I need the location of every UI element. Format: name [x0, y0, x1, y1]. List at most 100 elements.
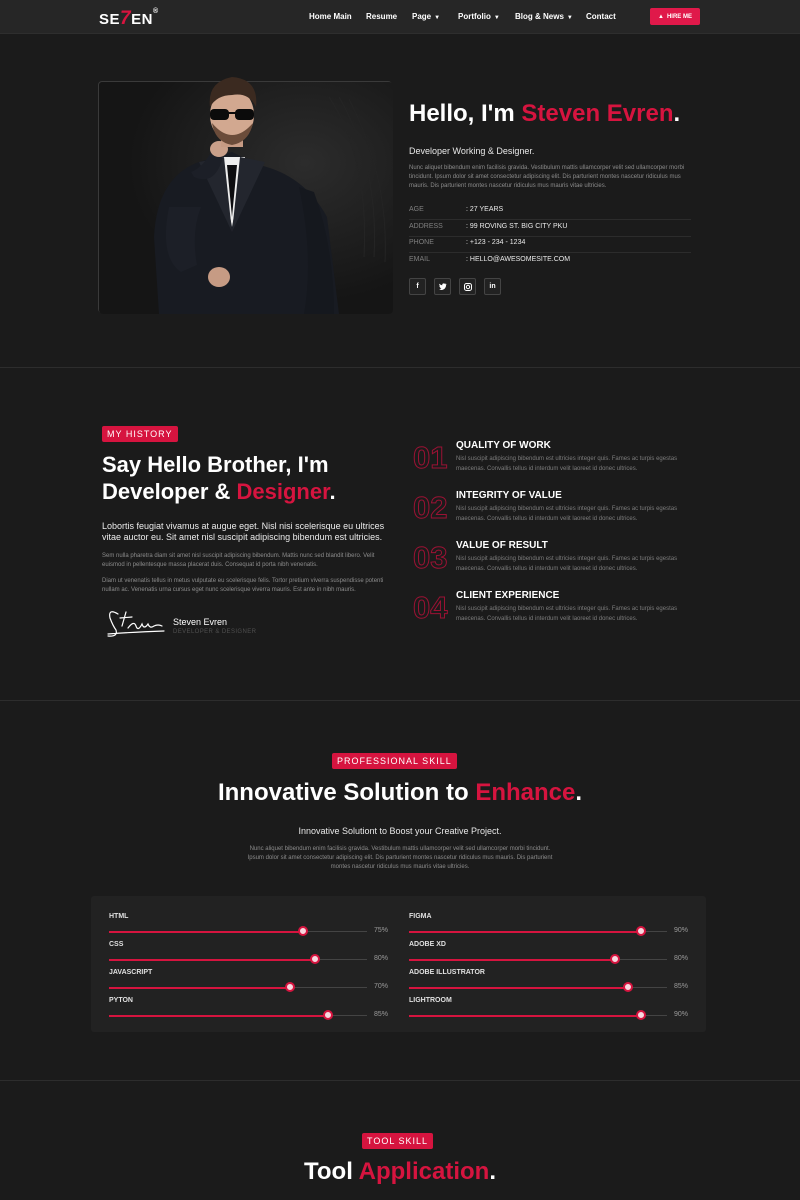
skill-slider-fill [109, 1014, 329, 1017]
section-divider [0, 367, 800, 368]
skill-slider[interactable] [409, 926, 667, 936]
skills-panel: HTML 75% CSS 80% JAVASCRIPT 70% PYTON 85% FIGMA… [91, 896, 706, 1032]
info-label: AGE [409, 206, 424, 213]
skill-slider-fill [109, 986, 290, 989]
nav-item-page[interactable]: Page ▼ [412, 12, 440, 21]
feature-description: Nisl suscipit adipiscing bibendum est ul… [456, 606, 678, 622]
skill-percent: 85% [374, 1011, 389, 1018]
tools-title: Tool Application. [304, 1158, 496, 1185]
skill-slider-fill [109, 930, 303, 933]
skill-percent: 80% [374, 955, 389, 962]
signature [107, 611, 165, 637]
history-paragraph: Diam ut venenatis tellus in metus vulput… [102, 578, 384, 593]
skill-slider-handle[interactable] [623, 982, 634, 992]
hero-role: Developer Working & Designer. [409, 146, 535, 156]
skill-label: PYTON [109, 997, 133, 1004]
feature-title: INTEGRITY OF VALUE [456, 490, 562, 501]
instagram-icon[interactable] [459, 278, 476, 295]
info-row-email: EMAIL : HELLO@AWESOMESITE.COM [409, 254, 691, 270]
skill-percent: 90% [674, 927, 689, 934]
feature-title: QUALITY OF WORK [456, 440, 551, 451]
skill-label: ADOBE XD [409, 941, 446, 948]
info-value: : 99 ROVING ST. BIG CITY PKU [466, 223, 568, 230]
skill-slider-fill [409, 986, 629, 989]
feature-description: Nisl suscipit adipiscing bibendum est ul… [456, 506, 678, 522]
skill-percent: 75% [374, 927, 389, 934]
skill-slider[interactable] [409, 1010, 667, 1020]
skills-title: Innovative Solution to Enhance. [217, 779, 583, 806]
skills-badge: PROFESSIONAL SKILL [332, 753, 457, 769]
skill-percent: 85% [674, 983, 689, 990]
feature-description: Nisl suscipit adipiscing bibendum est ul… [456, 556, 678, 572]
skill-slider-fill [409, 958, 616, 961]
skill-slider[interactable] [109, 982, 367, 992]
skill-slider[interactable] [409, 982, 667, 992]
info-row-phone: PHONE : +123 - 234 - 1234 [409, 237, 691, 253]
profile-photo [99, 77, 393, 314]
nav-item-contact[interactable]: Contact [586, 12, 616, 21]
skill-label: LIGHTROOM [409, 997, 452, 1004]
skill-slider-handle[interactable] [610, 954, 621, 964]
skill-slider-fill [409, 1014, 642, 1017]
skill-slider-handle[interactable] [310, 954, 321, 964]
info-label: EMAIL [409, 256, 431, 263]
skill-slider[interactable] [109, 954, 367, 964]
nav-item-resume[interactable]: Resume [366, 12, 397, 21]
skill-slider-handle[interactable] [297, 926, 308, 936]
site-logo[interactable]: SE7EN® [99, 8, 159, 30]
chevron-down-icon: ▼ [493, 15, 500, 21]
feature-number: 03 [412, 540, 448, 576]
info-value: : +123 - 234 - 1234 [466, 239, 526, 246]
skill-slider-handle[interactable] [636, 926, 647, 936]
info-label: PHONE [409, 239, 434, 246]
history-badge: MY HISTORY [102, 426, 178, 442]
feature-title: CLIENT EXPERIENCE [456, 590, 560, 601]
skill-label: ADOBE ILLUSTRATOR [409, 969, 485, 976]
skill-slider-handle[interactable] [323, 1010, 334, 1020]
chevron-down-icon: ▼ [566, 15, 573, 21]
skill-slider[interactable] [109, 926, 367, 936]
info-label: ADDRESS [409, 223, 443, 230]
skill-label: HTML [109, 913, 129, 920]
section-divider [0, 1080, 800, 1081]
hero-description: Nunc aliquet bibendum enim facilisis gra… [409, 165, 685, 189]
history-title: Say Hello Brother, I'm Developer & Desig… [102, 452, 336, 504]
chevron-down-icon: ▼ [434, 15, 441, 21]
feature-number: 01 [412, 440, 448, 476]
skill-label: JAVASCRIPT [109, 969, 153, 976]
signature-name: Steven Evren [173, 617, 228, 627]
nav-item-home-main[interactable]: Home Main [309, 12, 352, 21]
skills-subtitle: Innovative Solutiont to Boost your Creat… [298, 826, 502, 836]
history-paragraph: Sem nulla pharetra diam sit amet nisl su… [102, 553, 375, 568]
hero-heading: Hello, I'm Steven Evren. [409, 100, 681, 127]
skill-label: CSS [109, 941, 124, 948]
feature-description: Nisl suscipit adipiscing bibendum est ul… [456, 456, 678, 472]
feature-title: VALUE OF RESULT [456, 540, 548, 551]
section-divider [0, 700, 800, 701]
facebook-icon[interactable]: f [409, 278, 426, 295]
feature-number: 04 [412, 590, 448, 626]
history-lead: Lobortis feugiat vivamus at augue eget. … [102, 521, 385, 542]
skill-slider[interactable] [109, 1010, 367, 1020]
info-value: : HELLO@AWESOMESITE.COM [466, 256, 571, 263]
skill-label: FIGMA [409, 913, 432, 920]
hire-me-button[interactable]: ▲ HIRE ME [650, 8, 700, 25]
skill-percent: 90% [674, 1011, 689, 1018]
skill-percent: 70% [374, 983, 389, 990]
info-value: : 27 YEARS [466, 206, 504, 213]
skills-description: Nunc aliquet bibendum enim facilisis gra… [247, 846, 553, 870]
skill-slider-handle[interactable] [636, 1010, 647, 1020]
nav-item-portfolio[interactable]: Portfolio ▼ [458, 12, 500, 21]
tools-badge: TOOL SKILL [362, 1133, 434, 1149]
skill-percent: 80% [674, 955, 689, 962]
skill-slider-fill [109, 958, 316, 961]
info-row-address: ADDRESS : 99 ROVING ST. BIG CITY PKU [409, 221, 691, 237]
skill-slider-handle[interactable] [284, 982, 295, 992]
linkedin-icon[interactable]: in [484, 278, 501, 295]
info-row-age: AGE : 27 YEARS [409, 204, 691, 220]
skill-slider-fill [409, 930, 642, 933]
nav-item-blog-news[interactable]: Blog & News ▼ [515, 12, 573, 21]
top-navigation: SE7EN® Home Main Resume Page ▼ Portfolio ▼… [0, 0, 800, 34]
twitter-icon[interactable] [434, 278, 451, 295]
skill-slider[interactable] [409, 954, 667, 964]
